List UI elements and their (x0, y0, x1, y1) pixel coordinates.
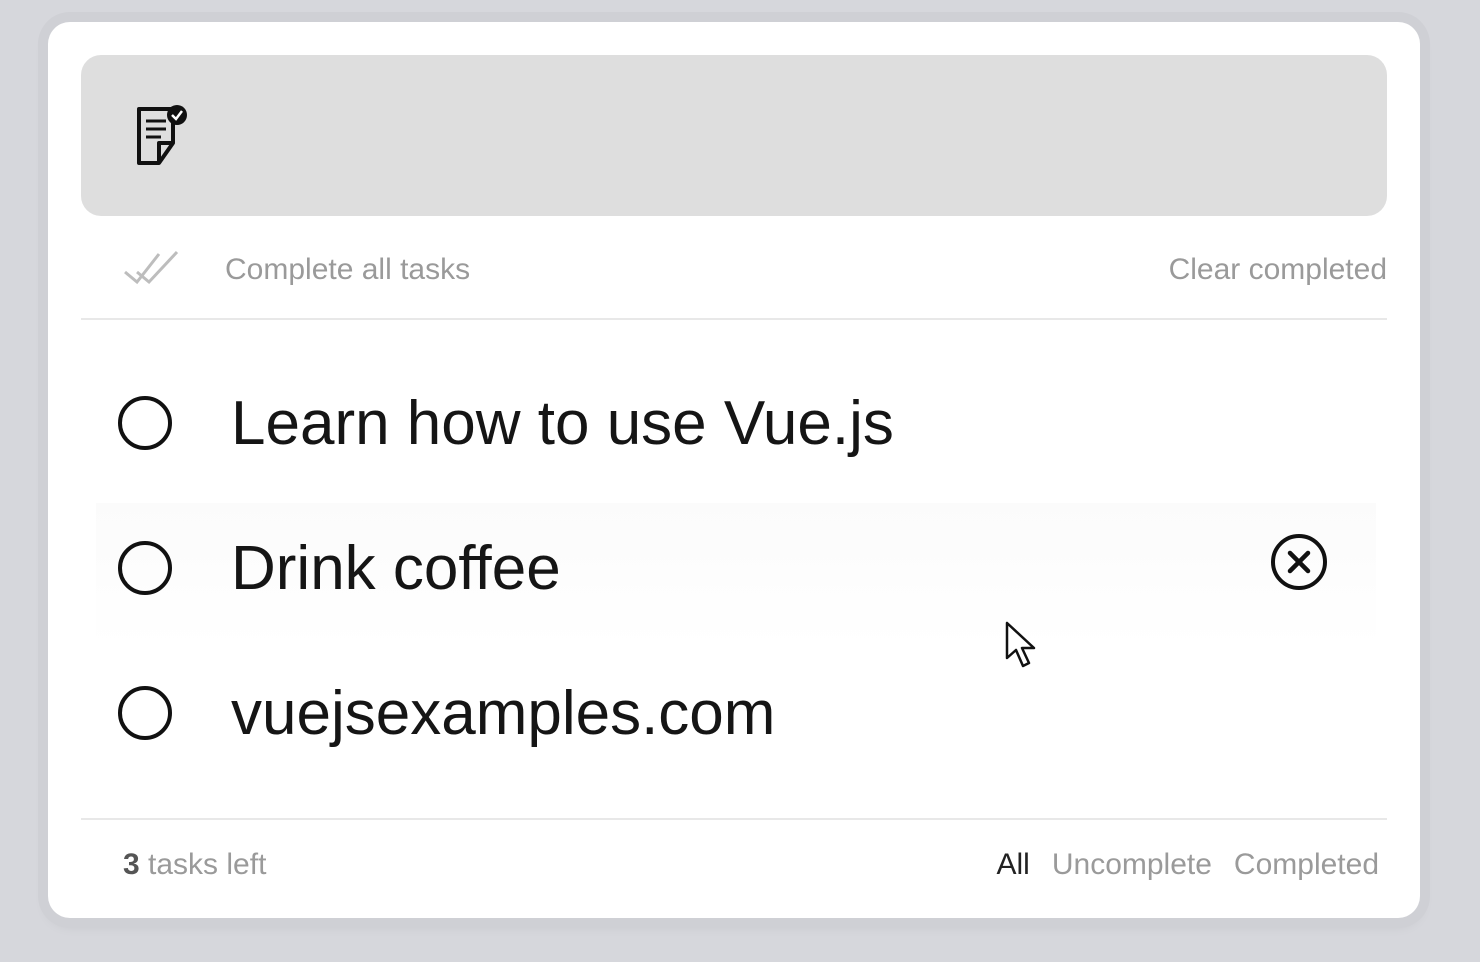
task-text[interactable]: Drink coffee (231, 533, 561, 604)
task-list: Learn how to use Vue.js Drink coffee vue… (96, 358, 1376, 793)
tasks-left-count: 3 (123, 848, 140, 881)
tasks-left-counter: 3 tasks left (123, 848, 266, 882)
task-text[interactable]: vuejsexamples.com (231, 678, 775, 749)
task-toolbar: Complete all tasks Clear completed (81, 238, 1387, 320)
complete-all-label: Complete all tasks (225, 253, 471, 286)
task-text[interactable]: Learn how to use Vue.js (231, 388, 894, 459)
filter-uncomplete[interactable]: Uncomplete (1052, 848, 1212, 882)
task-checkbox[interactable] (118, 686, 172, 740)
task-footer: 3 tasks left All Uncomplete Completed (81, 818, 1387, 910)
clear-completed-button[interactable]: Clear completed (1169, 253, 1387, 287)
new-task-bar[interactable] (81, 55, 1387, 216)
task-item[interactable]: vuejsexamples.com (96, 648, 1376, 793)
todo-card: Complete all tasks Clear completed Learn… (48, 22, 1420, 918)
task-checkbox[interactable] (118, 541, 172, 595)
new-task-input[interactable] (221, 95, 1355, 177)
task-item[interactable]: Learn how to use Vue.js (96, 358, 1376, 503)
filter-all[interactable]: All (997, 848, 1030, 882)
task-item[interactable]: Drink coffee (96, 503, 1376, 648)
task-checkbox[interactable] (118, 396, 172, 450)
double-check-icon (124, 250, 179, 285)
tasks-left-label: tasks left (148, 848, 267, 881)
complete-all-button[interactable]: Complete all tasks (121, 250, 470, 290)
filter-group: All Uncomplete Completed (997, 848, 1380, 882)
close-circle-icon[interactable] (1270, 533, 1328, 591)
filter-completed[interactable]: Completed (1234, 848, 1379, 882)
note-check-icon (137, 105, 187, 165)
